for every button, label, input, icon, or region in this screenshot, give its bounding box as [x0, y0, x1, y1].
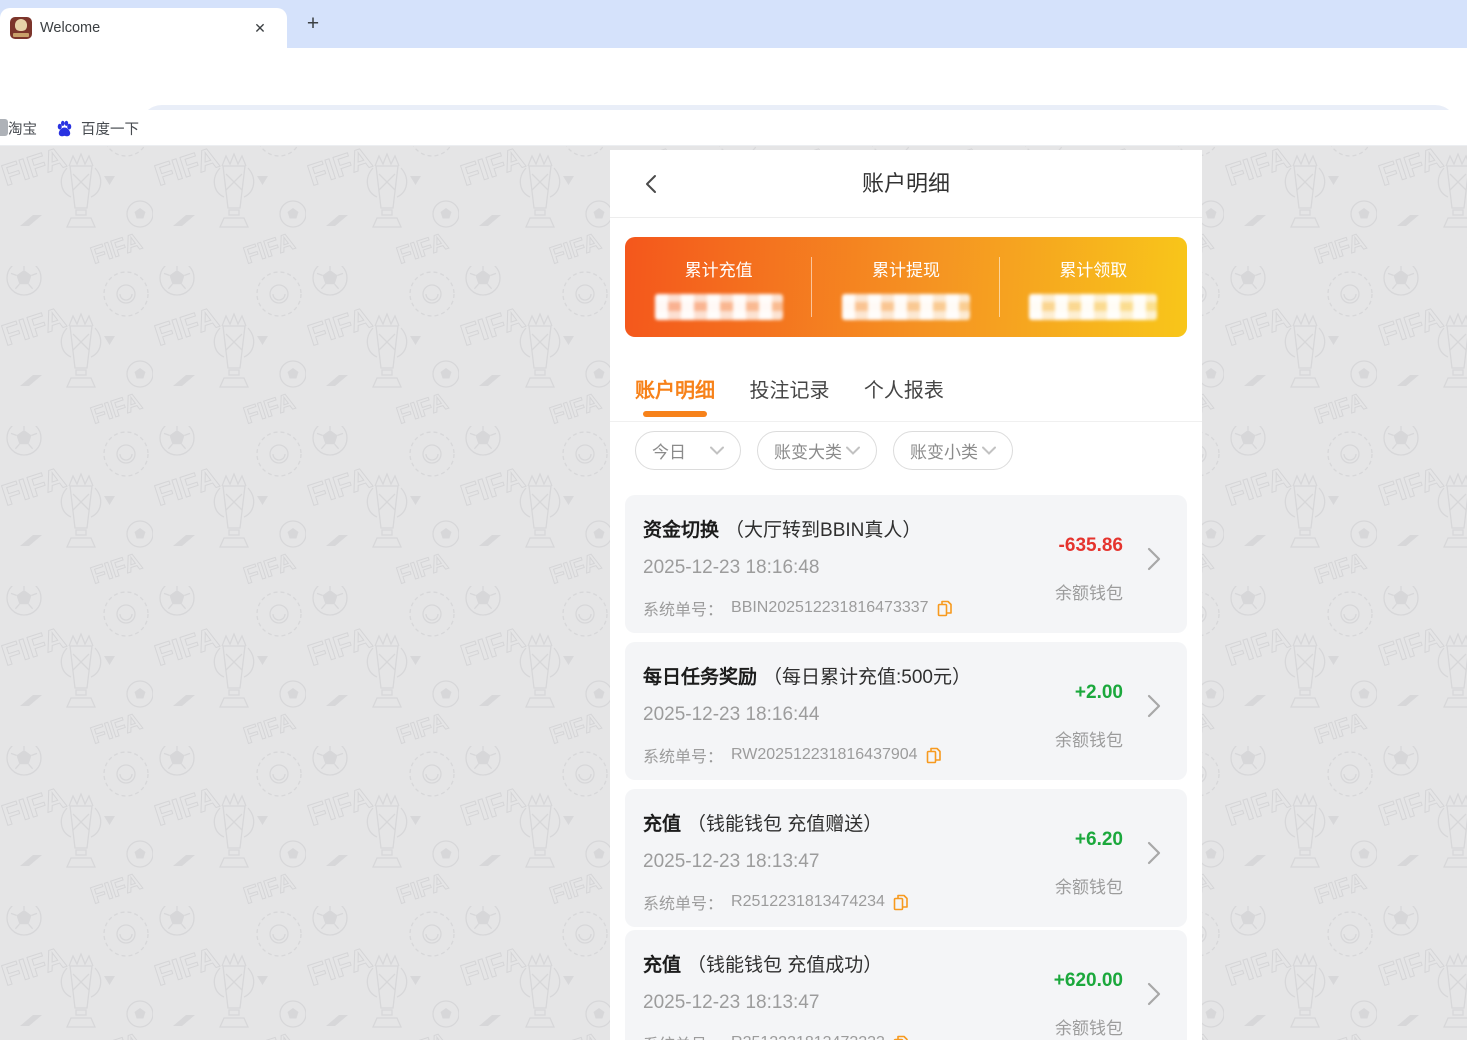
account-detail-panel: 账户明细 累计充值 累计提现 累计领取 账户明细 投注记录 个人报表 今日 账变… [610, 150, 1202, 1040]
transaction-type: 每日任务奖励 [643, 667, 758, 688]
bookmark-baidu[interactable]: 百度一下 [55, 110, 139, 146]
transaction-subtitle: （每日累计充值:500元） [763, 667, 971, 688]
order-number: RW202512231816437904 [731, 746, 918, 763]
order-label: 系统单号： [643, 749, 724, 766]
order-number-row: 系统单号： R2512231813474234 [643, 890, 908, 914]
section-tabs: 账户明细 投注记录 个人报表 [610, 365, 1202, 422]
transaction-amount: +620.00 [1053, 970, 1123, 991]
site-favicon-icon [10, 17, 32, 39]
transaction-time: 2025-12-23 18:13:47 [643, 992, 820, 1013]
summary-total-claim: 累计领取 [1000, 237, 1187, 337]
order-number: R2512231813473233 [731, 1034, 885, 1040]
order-number-row: 系统单号： RW202512231816437904 [643, 743, 941, 767]
page-title: 账户明细 [861, 171, 950, 196]
chevron-right-icon[interactable] [1147, 694, 1161, 718]
transaction-subtitle: （大厅转到BBIN真人） [725, 520, 922, 541]
chevron-down-icon [846, 446, 860, 455]
tab-close-icon[interactable]: ✕ [249, 17, 271, 39]
tab-personal-report[interactable]: 个人报表 [864, 365, 944, 417]
tab-account-detail[interactable]: 账户明细 [635, 365, 715, 417]
new-tab-icon[interactable]: + [300, 11, 326, 37]
order-label: 系统单号： [643, 896, 724, 913]
order-label: 系统单号： [643, 1031, 723, 1040]
transaction-card[interactable]: 充值（钱能钱包 充值成功） 2025-12-23 18:13:47 系统单号： … [625, 930, 1187, 1040]
copy-icon[interactable] [937, 600, 952, 617]
wallet-label: 余额钱包 [1055, 731, 1123, 750]
transaction-amount: +6.20 [1074, 829, 1123, 850]
filter-row: 今日 账变大类 账变小类 [635, 431, 1013, 470]
bookmark-favicon-icon [0, 119, 8, 136]
copy-icon[interactable] [893, 1035, 908, 1040]
order-number-row: 系统单号： R2512231813473233 [643, 1031, 908, 1040]
chevron-down-icon [710, 446, 724, 455]
transaction-amount: +2.00 [1074, 682, 1123, 703]
summary-total-deposit: 累计充值 [625, 237, 813, 337]
masked-value [841, 294, 970, 320]
panel-header: 账户明细 [610, 150, 1202, 218]
order-number: R2512231813474234 [731, 893, 885, 910]
minor-category-dropdown[interactable]: 账变小类 [893, 431, 1013, 470]
chevron-right-icon[interactable] [1147, 841, 1161, 865]
order-number: BBIN202512231816473337 [731, 599, 929, 616]
copy-icon[interactable] [926, 747, 941, 764]
chevron-right-icon[interactable] [1147, 547, 1161, 571]
transaction-type: 充值 [643, 955, 682, 976]
transaction-subtitle: （钱能钱包 充值赠送） [687, 814, 883, 835]
transaction-card[interactable]: 充值 （钱能钱包 充值赠送） 2025-12-23 18:13:47 系统单号： … [625, 789, 1187, 927]
browser-window: Welcome ✕ + 175616.cc/reports/index?tab=… [0, 0, 1467, 1040]
bookmarks-bar: 淘宝 百度一下 [0, 110, 1467, 146]
tab-bet-records[interactable]: 投注记录 [749, 365, 829, 417]
masked-value [654, 294, 783, 320]
browser-toolbar: 175616.cc/reports/index?tab=0 [0, 48, 1467, 149]
major-category-dropdown[interactable]: 账变大类 [757, 431, 877, 470]
wallet-label: 余额钱包 [1055, 584, 1123, 603]
masked-value [1029, 294, 1158, 320]
summary-total-withdraw: 累计提现 [812, 237, 1000, 337]
transaction-time: 2025-12-23 18:16:48 [643, 557, 820, 578]
transaction-type: 充值 [643, 814, 682, 835]
transaction-type: 资金切换 [643, 520, 720, 541]
date-filter-dropdown[interactable]: 今日 [635, 431, 741, 470]
wallet-label: 余额钱包 [1055, 1019, 1123, 1038]
transaction-time: 2025-12-23 18:16:44 [643, 704, 820, 725]
copy-icon[interactable] [893, 894, 908, 911]
order-number-row: 系统单号： BBIN202512231816473337 [643, 596, 952, 620]
transaction-amount: -635.86 [1058, 535, 1123, 556]
baidu-paw-icon [57, 120, 72, 136]
transaction-card[interactable]: 资金切换 （大厅转到BBIN真人） 2025-12-23 18:16:48 系统单… [625, 495, 1187, 633]
chevron-down-icon [982, 446, 996, 455]
transaction-subtitle: （钱能钱包 充值成功） [687, 955, 883, 976]
transaction-time: 2025-12-23 18:13:47 [643, 851, 820, 872]
browser-tab[interactable]: Welcome ✕ [0, 8, 287, 48]
wallet-label: 余额钱包 [1055, 878, 1123, 897]
transaction-card[interactable]: 每日任务奖励 （每日累计充值:500元） 2025-12-23 18:16:44 … [625, 642, 1187, 780]
order-label: 系统单号： [643, 602, 724, 619]
summary-card: 累计充值 累计提现 累计领取 [625, 237, 1187, 337]
tab-strip: Welcome ✕ + [0, 0, 1467, 48]
tab-title: Welcome [40, 20, 101, 36]
bookmark-taobao[interactable]: 淘宝 [8, 110, 37, 146]
chevron-right-icon[interactable] [1147, 982, 1161, 1006]
